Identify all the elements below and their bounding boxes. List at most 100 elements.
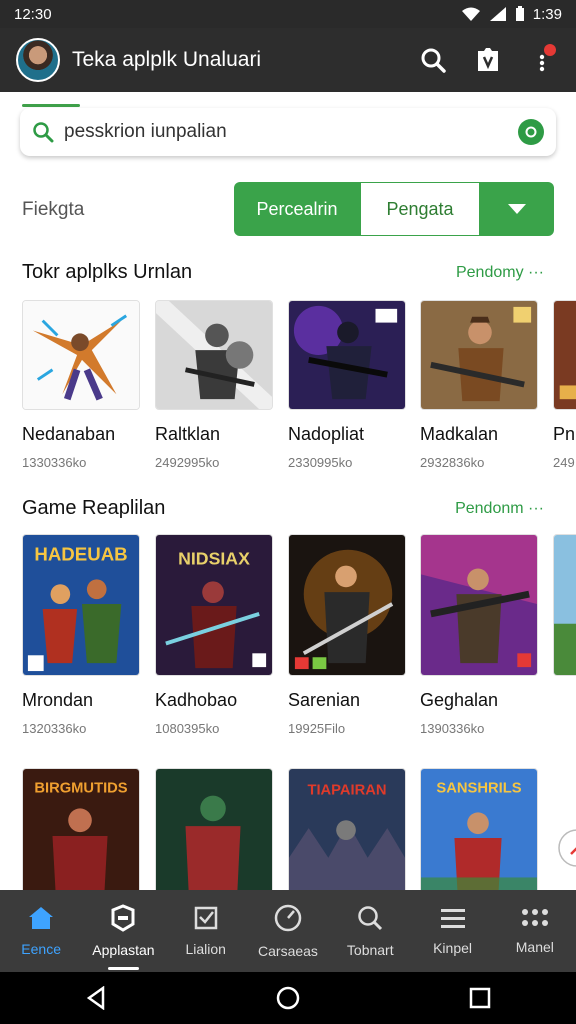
search-icon[interactable] bbox=[420, 47, 446, 73]
search-bar[interactable] bbox=[20, 108, 556, 156]
game-thumbnail bbox=[553, 534, 576, 676]
filter-dropdown-button[interactable] bbox=[480, 182, 554, 236]
voice-search-button[interactable] bbox=[518, 119, 544, 145]
nav-label: Kinpel bbox=[433, 940, 472, 956]
app-thumbnail bbox=[155, 300, 273, 410]
nav-label: Eence bbox=[21, 941, 61, 957]
game-card[interactable]: NIDSIAX Kadhobao 1080395ko bbox=[155, 534, 273, 736]
game-meta: 1080395ko bbox=[155, 721, 220, 736]
poster-title: TIAPAIRAN bbox=[307, 783, 386, 799]
app-meta: 1330336ko bbox=[22, 455, 87, 470]
search-input[interactable] bbox=[64, 121, 518, 143]
nav-item-library[interactable]: Lialion bbox=[165, 890, 247, 972]
app-thumbnail bbox=[288, 300, 406, 410]
notification-dot bbox=[544, 44, 556, 56]
game-thumbnail bbox=[288, 534, 406, 676]
status-time-right: 1:39 bbox=[532, 5, 562, 23]
home-button[interactable] bbox=[263, 978, 313, 1018]
nav-item-more[interactable]: Manel bbox=[494, 890, 576, 972]
back-icon bbox=[86, 986, 105, 1010]
app-name: Raltklan bbox=[155, 424, 221, 444]
recents-icon bbox=[469, 987, 491, 1009]
nav-label: Manel bbox=[515, 939, 554, 955]
search-icon bbox=[358, 906, 383, 931]
nav-item-search[interactable]: Tobnart bbox=[329, 890, 411, 972]
nav-label: Tobnart bbox=[346, 942, 394, 958]
game-card[interactable]: Geghalan 1390336ko bbox=[420, 534, 538, 736]
game-card[interactable] bbox=[155, 768, 273, 890]
game-meta: 1390336ko bbox=[420, 721, 485, 736]
bottom-nav: Eence Applastan Lialion Carsaeas Tobnart… bbox=[0, 890, 576, 972]
expand-icon bbox=[558, 829, 576, 867]
app-card[interactable]: Raltklan 2492995ko bbox=[155, 300, 273, 470]
status-icons: 1:39 bbox=[461, 6, 562, 23]
chevron-down-icon bbox=[508, 204, 526, 214]
nav-item-categories[interactable]: Carsaeas bbox=[247, 890, 329, 972]
nav-label: Carsaeas bbox=[258, 943, 318, 959]
app-card[interactable]: Nedanaban 1330336ko bbox=[22, 300, 140, 470]
app-meta: 2330995ko bbox=[288, 455, 353, 470]
app-card[interactable]: Pn 249 bbox=[553, 300, 576, 470]
nav-item-menu[interactable]: Kinpel bbox=[411, 890, 493, 972]
app-row: Nedanaban 1330336ko Raltklan 2492995ko N… bbox=[22, 300, 576, 500]
nav-item-apps[interactable]: Applastan bbox=[82, 890, 164, 972]
home-icon bbox=[29, 907, 54, 929]
filter-button-secondary[interactable]: Pengata bbox=[360, 182, 480, 236]
nav-item-home[interactable]: Eence bbox=[0, 890, 82, 972]
app-meta: 2932836ko bbox=[420, 455, 485, 470]
check-box-icon bbox=[194, 906, 217, 930]
game-card[interactable]: TIAPAIRAN bbox=[288, 768, 406, 890]
poster-title: NIDSIAX bbox=[178, 549, 250, 569]
app-name: Pn bbox=[553, 424, 576, 444]
game-row: HADEUAB Mrondan 1320336ko NIDSIAX Kadhob… bbox=[22, 534, 576, 736]
game-thumbnail bbox=[420, 534, 538, 676]
game-card[interactable]: Sarenian 19925Filo bbox=[288, 534, 406, 736]
app-card[interactable]: Nadopliat 2330995ko bbox=[288, 300, 406, 470]
recents-button[interactable] bbox=[455, 978, 505, 1018]
game-meta: 1320336ko bbox=[22, 721, 87, 736]
game-card[interactable]: HADEUAB Mrondan 1320336ko bbox=[22, 534, 140, 736]
battery-icon bbox=[515, 6, 524, 21]
section-more-link[interactable]: Pendomy ··· bbox=[456, 264, 544, 282]
poster-title: BIRGMUTIDS bbox=[34, 781, 127, 797]
search-icon bbox=[33, 122, 54, 143]
app-name: Nedanaban bbox=[22, 424, 116, 444]
app-thumbnail bbox=[420, 300, 538, 410]
app-thumbnail bbox=[553, 300, 576, 410]
status-time-left: 12:30 bbox=[14, 5, 52, 23]
game-name: Kadhobao bbox=[155, 690, 238, 710]
app-meta: 2492995ko bbox=[155, 455, 220, 470]
game-thumbnail: SANSHRILS bbox=[420, 768, 538, 890]
game-meta: 19925Filo bbox=[288, 721, 346, 736]
avatar[interactable] bbox=[16, 38, 60, 82]
back-button[interactable] bbox=[71, 978, 121, 1018]
system-nav-bar bbox=[0, 972, 576, 1024]
menu-icon bbox=[440, 909, 465, 928]
scroll-hint-button[interactable] bbox=[553, 828, 576, 873]
app-bar: Teka aplplk Unaluari bbox=[0, 28, 576, 92]
game-card[interactable] bbox=[553, 534, 576, 676]
home-circle-icon bbox=[276, 986, 300, 1010]
section-title: Game Reaplilan bbox=[22, 497, 166, 519]
nav-label: Applastan bbox=[92, 942, 155, 958]
gauge-icon bbox=[274, 904, 302, 932]
game-thumbnail: NIDSIAX bbox=[155, 534, 273, 676]
poster-title: SANSHRILS bbox=[436, 781, 521, 797]
shield-icon[interactable] bbox=[476, 47, 500, 73]
apps-badge-icon bbox=[111, 904, 135, 932]
app-name: Madkalan bbox=[420, 424, 499, 444]
wifi-icon bbox=[461, 7, 480, 21]
signal-icon bbox=[489, 7, 506, 21]
app-card[interactable]: Madkalan 2932836ko bbox=[420, 300, 538, 470]
game-name: Sarenian bbox=[288, 690, 361, 710]
game-thumbnail bbox=[155, 768, 273, 890]
filter-button-primary[interactable]: Percealrin bbox=[234, 182, 360, 236]
more-menu-button[interactable] bbox=[530, 44, 556, 72]
app-title: Teka aplplk Unaluari bbox=[72, 48, 262, 71]
game-card[interactable]: BIRGMUTIDS bbox=[22, 768, 140, 890]
app-name: Nadopliat bbox=[288, 424, 365, 444]
section-more-link[interactable]: Pendonm ··· bbox=[455, 500, 544, 518]
game-name: Mrondan bbox=[22, 690, 94, 710]
game-card[interactable]: SANSHRILS bbox=[420, 768, 538, 890]
search-accent-line bbox=[22, 104, 80, 107]
